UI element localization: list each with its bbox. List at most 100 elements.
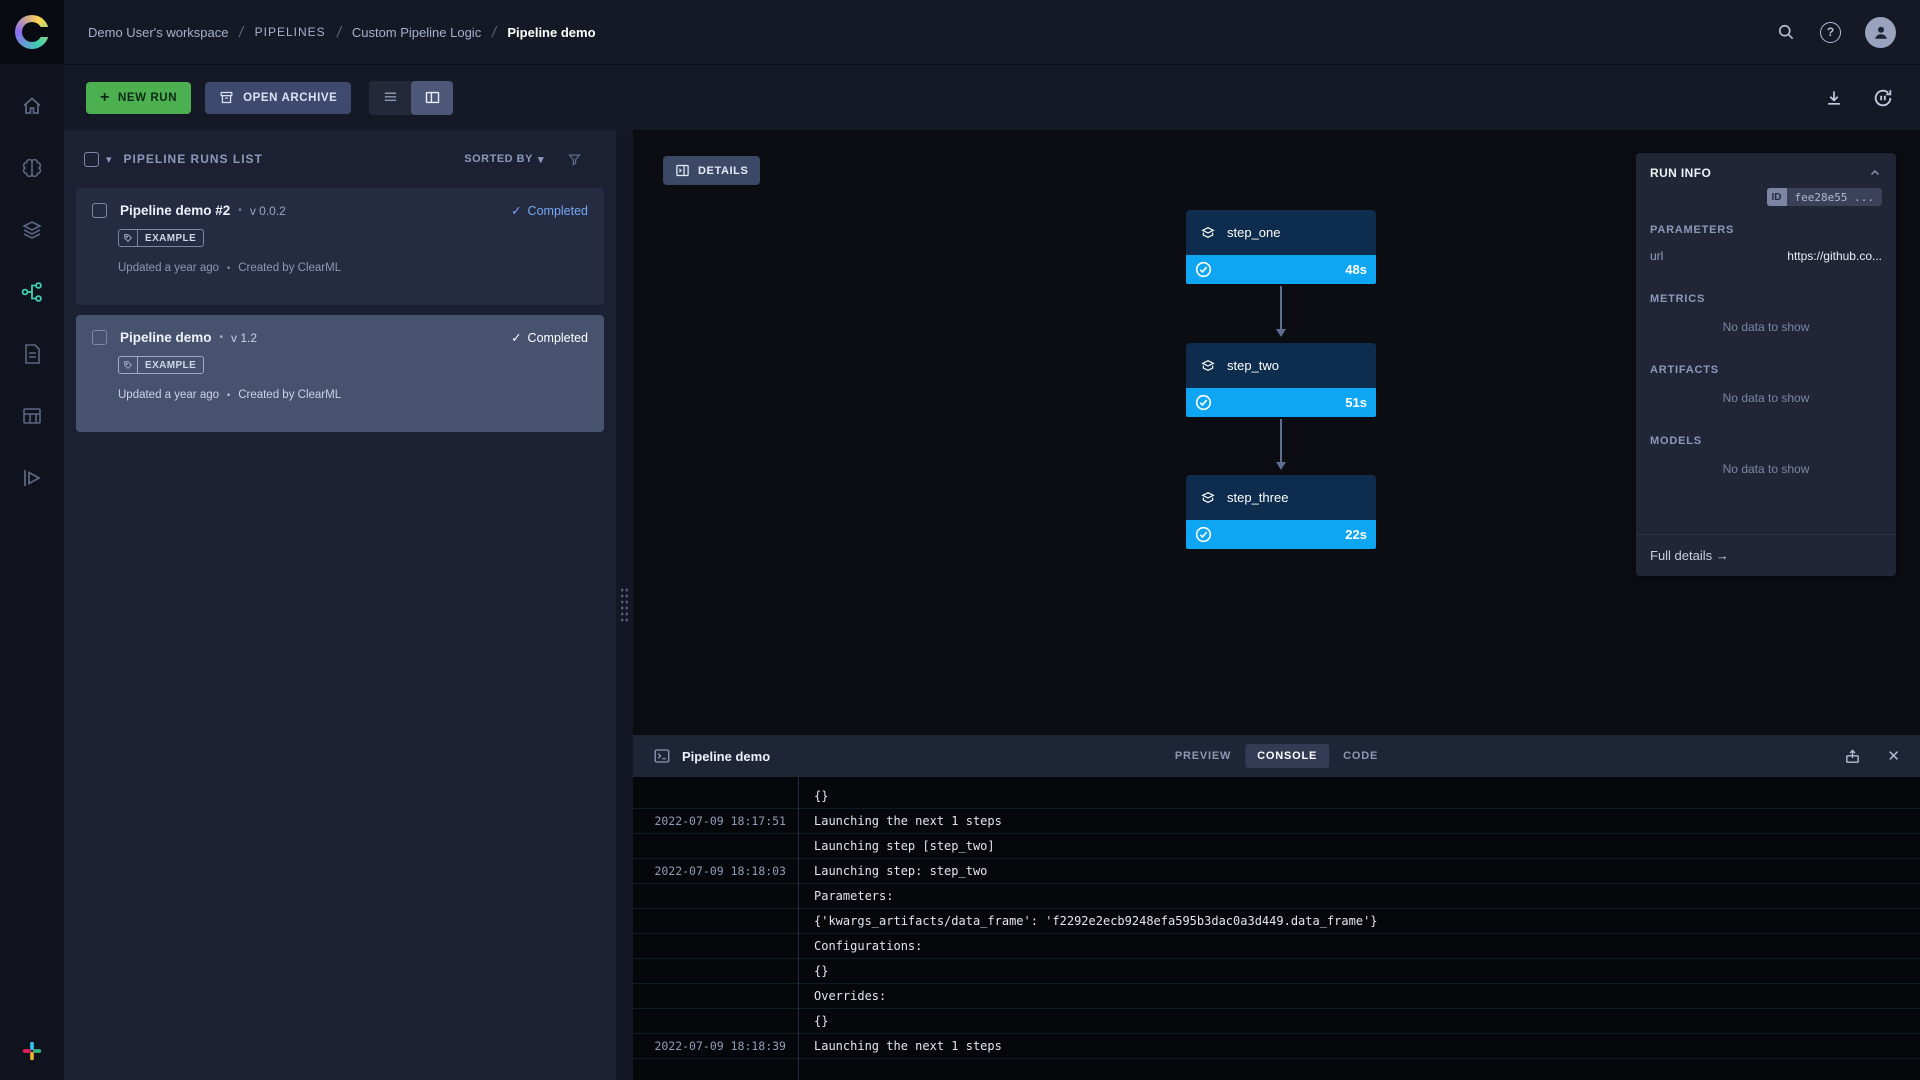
console-tabs: PREVIEW CONSOLE CODE xyxy=(1163,744,1390,768)
run-card-pipeline-demo[interactable]: Pipeline demo • v 1.2 ✓ Completed EXAMPL… xyxy=(76,315,604,432)
search-icon[interactable] xyxy=(1776,22,1796,42)
select-all-checkbox[interactable] xyxy=(84,151,99,167)
dot-separator: • xyxy=(227,263,231,273)
step-completed-icon xyxy=(1195,526,1212,543)
run-checkbox[interactable] xyxy=(92,203,107,218)
split-view-button[interactable] xyxy=(411,80,454,115)
dashboard-icon[interactable] xyxy=(20,94,44,118)
status-label: Completed xyxy=(527,330,588,345)
parameter-value[interactable]: https://github.co... xyxy=(1787,249,1882,263)
breadcrumb: Demo User's workspace / PIPELINES / Cust… xyxy=(88,24,596,41)
step-status-bar: 51s xyxy=(1186,388,1376,417)
dot-separator: • xyxy=(238,205,242,216)
user-avatar[interactable] xyxy=(1865,16,1896,48)
applications-icon[interactable] xyxy=(20,466,44,490)
panel-resize-handle[interactable] xyxy=(616,130,633,1080)
table-view-button[interactable] xyxy=(369,81,411,115)
log-row: Configurations: xyxy=(633,934,1920,959)
details-button[interactable]: DETAILS xyxy=(663,156,761,185)
run-meta: Updated a year ago • Created by ClearML xyxy=(92,389,588,401)
pipelines-toolbar: + NEW RUN OPEN ARCHIVE xyxy=(64,64,1920,130)
metrics-empty-state: No data to show xyxy=(1722,320,1810,334)
console-header: Pipeline demo PREVIEW CONSOLE CODE ✕ xyxy=(633,735,1920,777)
tag-chip[interactable]: EXAMPLE xyxy=(118,356,205,374)
reports-icon[interactable] xyxy=(20,342,44,366)
run-updated: Updated a year ago xyxy=(118,262,220,274)
clearml-logo[interactable] xyxy=(0,0,64,64)
log-row: {} xyxy=(633,1009,1920,1034)
top-header: Demo User's workspace / PIPELINES / Cust… xyxy=(64,0,1920,64)
pipeline-dag-canvas: DETAILS step_one 48s step_two 51s step_t… xyxy=(633,130,1920,735)
select-menu-caret-icon[interactable]: ▾ xyxy=(106,153,112,166)
run-name: Pipeline demo #2 xyxy=(120,203,231,218)
log-message: {'kwargs_artifacts/data_frame': 'f2292e2… xyxy=(814,914,1378,928)
archive-icon xyxy=(219,90,234,105)
run-checkbox[interactable] xyxy=(92,330,107,345)
projects-icon[interactable] xyxy=(20,156,44,180)
dag-edge-arrow xyxy=(1276,286,1286,337)
log-row: 2022-07-09 18:17:51 Launching the next 1 … xyxy=(633,809,1920,834)
slack-icon[interactable] xyxy=(21,1040,43,1062)
breadcrumb-workspace[interactable]: Demo User's workspace xyxy=(88,25,228,40)
tab-console[interactable]: CONSOLE xyxy=(1245,744,1330,768)
tab-preview[interactable]: PREVIEW xyxy=(1163,744,1243,768)
step-completed-icon xyxy=(1195,394,1212,411)
breadcrumb-pipelines[interactable]: PIPELINES xyxy=(255,25,326,39)
tab-code[interactable]: CODE xyxy=(1331,744,1390,768)
run-card-pipeline-demo-2[interactable]: Pipeline demo #2 • v 0.0.2 ✓ Completed E… xyxy=(76,188,604,305)
step-icon xyxy=(1199,358,1217,374)
log-message: Parameters: xyxy=(814,889,894,903)
sorted-by-dropdown[interactable]: SORTED BY ▾ xyxy=(464,153,544,166)
filter-icon[interactable] xyxy=(567,152,582,167)
help-icon[interactable]: ? xyxy=(1820,21,1841,43)
expand-panel-icon[interactable] xyxy=(1844,748,1861,765)
run-id-chip[interactable]: ID fee28e55 ... xyxy=(1766,188,1882,206)
log-message: Overrides: xyxy=(814,989,887,1003)
drag-grip-icon xyxy=(620,587,629,623)
log-message: Launching step [step_two] xyxy=(814,839,995,853)
log-message: Launching the next 1 steps xyxy=(814,1039,1002,1053)
run-info-title: RUN INFO xyxy=(1650,166,1712,180)
dag-node-step-three[interactable]: step_three 22s xyxy=(1186,475,1376,549)
console-log[interactable]: {} 2022-07-09 18:17:51 Launching the next… xyxy=(633,777,1920,1080)
log-timestamp: 2022-07-09 18:17:51 xyxy=(654,814,786,828)
parameters-section-title: PARAMETERS xyxy=(1650,224,1735,236)
tag-label: EXAMPLE xyxy=(145,232,197,244)
full-details-link[interactable]: Full details → xyxy=(1636,534,1896,576)
tag-chip[interactable]: EXAMPLE xyxy=(118,229,205,247)
id-label: ID xyxy=(1766,188,1787,206)
dag-node-step-one[interactable]: step_one 48s xyxy=(1186,210,1376,284)
new-run-button[interactable]: + NEW RUN xyxy=(86,81,192,114)
collapse-chevron-icon[interactable] xyxy=(1868,166,1882,180)
open-archive-label: OPEN ARCHIVE xyxy=(243,91,338,104)
open-archive-button[interactable]: OPEN ARCHIVE xyxy=(205,81,352,114)
step-duration: 51s xyxy=(1345,395,1367,410)
pipelines-icon[interactable] xyxy=(20,280,44,304)
dag-edge-arrow xyxy=(1276,419,1286,470)
log-column-divider xyxy=(798,777,799,1080)
log-message: {} xyxy=(814,964,829,978)
auto-refresh-icon[interactable] xyxy=(1872,87,1894,109)
id-value: fee28e55 ... xyxy=(1794,190,1874,204)
step-name: step_one xyxy=(1227,225,1281,240)
dot-separator: • xyxy=(227,390,231,400)
details-panel-icon xyxy=(675,163,690,178)
log-message: {} xyxy=(814,789,829,803)
download-icon[interactable] xyxy=(1824,88,1844,108)
close-icon[interactable]: ✕ xyxy=(1887,747,1900,765)
run-created-by: Created by ClearML xyxy=(238,389,342,401)
step-status-bar: 48s xyxy=(1186,255,1376,284)
details-label: DETAILS xyxy=(698,164,749,177)
runs-list-header: ▾ PIPELINE RUNS LIST SORTED BY ▾ xyxy=(64,130,616,188)
status-check-icon: ✓ xyxy=(511,331,522,345)
breadcrumb-project[interactable]: Custom Pipeline Logic xyxy=(352,25,481,40)
run-version: v 1.2 xyxy=(231,330,258,345)
view-toggle xyxy=(369,80,454,115)
breadcrumb-separator: / xyxy=(335,23,343,41)
status-label: Completed xyxy=(527,203,588,218)
datasets-icon[interactable] xyxy=(20,218,44,242)
hyperdatasets-icon[interactable] xyxy=(20,404,44,428)
run-version: v 0.0.2 xyxy=(249,203,286,218)
metrics-section-title: METRICS xyxy=(1650,293,1706,305)
dag-node-step-two[interactable]: step_two 51s xyxy=(1186,343,1376,417)
